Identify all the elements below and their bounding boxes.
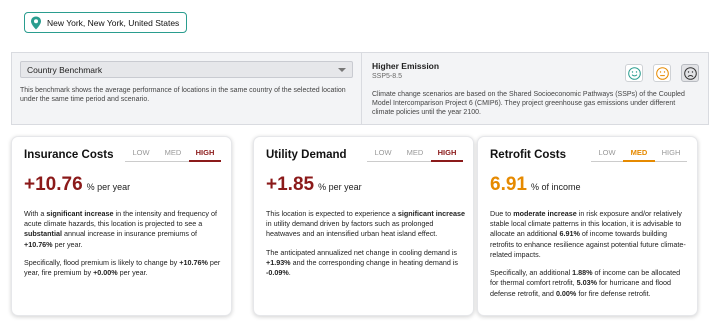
utility-card: Utility Demand LOW MED HIGH +1.85 % per … bbox=[253, 136, 474, 316]
utility-value: +1.85 bbox=[266, 174, 315, 195]
settings-panel: Country Benchmark This benchmark shows t… bbox=[11, 52, 709, 125]
insurance-paragraph-2: Specifically, flood premium is likely to… bbox=[24, 257, 221, 278]
utility-paragraph-1: This location is expected to experience … bbox=[266, 209, 465, 239]
insurance-title: Insurance Costs bbox=[24, 149, 114, 161]
map-pin-icon bbox=[31, 16, 41, 29]
benchmark-select[interactable]: Country Benchmark bbox=[20, 61, 353, 78]
utility-tab-med[interactable]: MED bbox=[399, 146, 431, 162]
insurance-tab-high[interactable]: HIGH bbox=[189, 146, 221, 162]
utility-paragraph-2: The anticipated annualized net change in… bbox=[266, 247, 459, 278]
retrofit-body: Due to moderate increase in risk exposur… bbox=[490, 209, 690, 299]
utility-body: This location is expected to experience … bbox=[266, 209, 466, 278]
utility-title: Utility Demand bbox=[266, 149, 347, 161]
retrofit-level-tabs: LOW MED HIGH bbox=[591, 146, 687, 162]
insurance-body: With a significant increase in the inten… bbox=[24, 209, 224, 278]
utility-level-tabs: LOW MED HIGH bbox=[367, 146, 463, 162]
insurance-tab-low[interactable]: LOW bbox=[125, 146, 157, 162]
utility-unit: % per year bbox=[318, 182, 362, 192]
insurance-tab-med[interactable]: MED bbox=[157, 146, 189, 162]
high-emission-button[interactable] bbox=[681, 64, 699, 82]
insurance-value: +10.76 bbox=[24, 174, 83, 195]
insurance-paragraph-1: With a significant increase in the inten… bbox=[24, 209, 217, 249]
chevron-down-icon bbox=[338, 67, 346, 72]
scenario-description: Climate change scenarios are based on th… bbox=[372, 91, 685, 117]
utility-tab-low[interactable]: LOW bbox=[367, 146, 399, 162]
frown-face-icon bbox=[683, 66, 697, 80]
utility-tab-high[interactable]: HIGH bbox=[431, 146, 463, 162]
neutral-face-icon bbox=[655, 66, 669, 80]
low-emission-button[interactable] bbox=[625, 64, 643, 82]
location-text: New York, New York, United States bbox=[47, 17, 180, 28]
retrofit-unit: % of income bbox=[530, 182, 581, 192]
insurance-card: Insurance Costs LOW MED HIGH +10.76 % pe… bbox=[11, 136, 232, 316]
location-chip[interactable]: New York, New York, United States bbox=[24, 12, 188, 33]
retrofit-value: 6.91 bbox=[490, 174, 527, 195]
insurance-metric: +10.76 % per year bbox=[24, 174, 130, 196]
benchmark-description: This benchmark shows the average perform… bbox=[20, 87, 346, 104]
utility-metric: +1.85 % per year bbox=[266, 174, 362, 196]
benchmark-select-value: Country Benchmark bbox=[27, 64, 103, 75]
scenario-section: Higher Emission SSP5-8.5 Climate change … bbox=[362, 53, 708, 124]
retrofit-metric: 6.91 % of income bbox=[490, 174, 581, 196]
retrofit-tab-med[interactable]: MED bbox=[623, 146, 655, 162]
retrofit-tab-low[interactable]: LOW bbox=[591, 146, 623, 162]
smile-face-icon bbox=[627, 66, 641, 80]
scenario-selector bbox=[625, 64, 699, 82]
retrofit-paragraph-2: Specifically, an additional 1.88% of inc… bbox=[490, 268, 681, 298]
retrofit-tab-high[interactable]: HIGH bbox=[655, 146, 687, 162]
retrofit-card: Retrofit Costs LOW MED HIGH 6.91 % of in… bbox=[477, 136, 698, 316]
insurance-unit: % per year bbox=[86, 182, 131, 192]
medium-emission-button[interactable] bbox=[653, 64, 671, 82]
insurance-level-tabs: LOW MED HIGH bbox=[125, 146, 221, 162]
retrofit-paragraph-1: Due to moderate increase in risk exposur… bbox=[490, 209, 686, 259]
retrofit-title: Retrofit Costs bbox=[490, 149, 567, 161]
benchmark-section: Country Benchmark This benchmark shows t… bbox=[12, 53, 362, 124]
